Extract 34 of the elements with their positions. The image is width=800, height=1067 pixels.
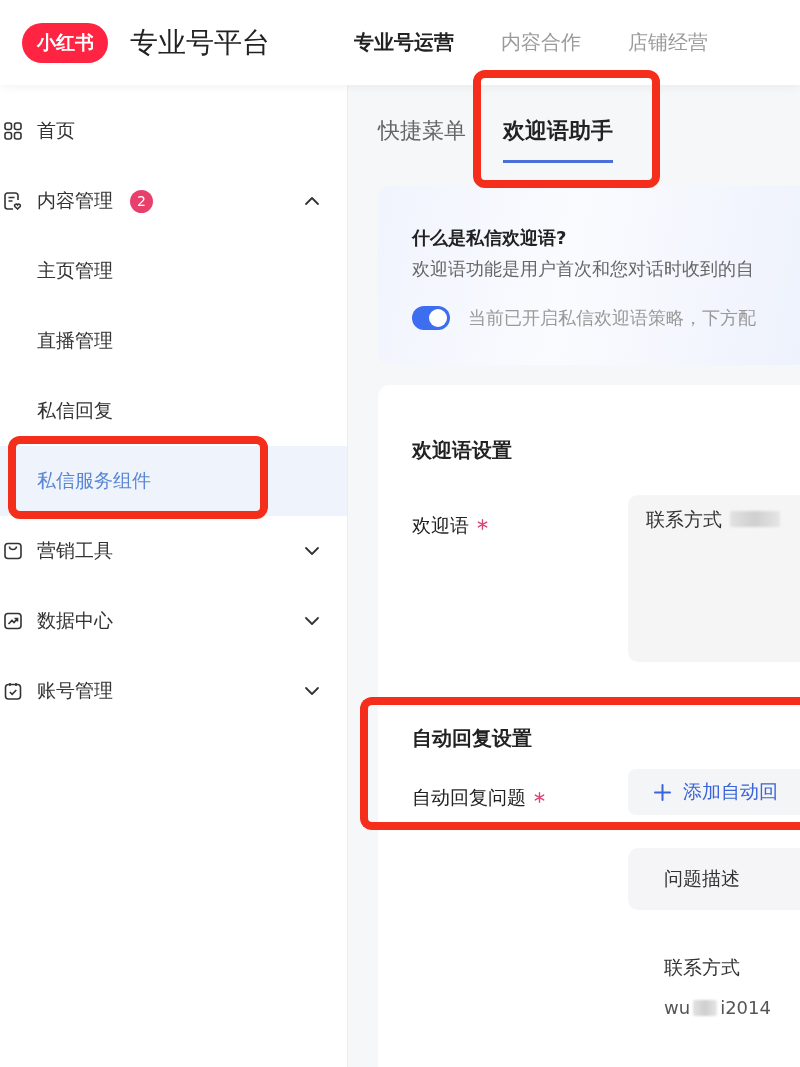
grid-icon [4, 122, 22, 140]
sidebar-item[interactable]: 账号管理 [0, 656, 347, 726]
tab[interactable]: 欢迎语助手 [503, 116, 613, 163]
sidebar-item[interactable]: 直播管理 [0, 306, 347, 376]
sidebar-item[interactable]: 内容管理 2 [0, 166, 347, 236]
section-title: 欢迎语设置 [412, 437, 513, 464]
tab[interactable]: 快捷菜单 [378, 116, 466, 163]
plus-icon [654, 783, 671, 801]
question-text: 联系方式 [664, 955, 741, 980]
sidebar-item[interactable]: 首页 [0, 96, 347, 166]
field-label: 自动回复问题 [412, 785, 526, 810]
toggle-switch[interactable] [412, 306, 450, 330]
sidebar-item[interactable]: 数据中心 [0, 586, 347, 656]
sidebar-item[interactable]: 营销工具 [0, 516, 347, 586]
sidebar-item[interactable]: 主页管理 [0, 236, 347, 306]
field-label: 欢迎语 [412, 512, 469, 538]
clipboard-check-icon [4, 682, 22, 700]
bag-icon [4, 542, 22, 560]
section-title: 自动回复设置 [412, 725, 533, 752]
sidebar-item[interactable]: 私信回复 [0, 376, 347, 446]
welcome-text-field[interactable]: 联系方式 [628, 495, 800, 662]
info-description: 欢迎语功能是用户首次和您对话时收到的自 [412, 257, 755, 281]
list-header: 问题描述 [628, 848, 800, 910]
answer-text: i2014 [720, 996, 771, 1020]
nav-link[interactable]: 专业号运营 [354, 29, 454, 56]
logo[interactable]: 小红书 [22, 22, 108, 63]
toggle-label: 当前已开启私信欢迎语策略，下方配 [468, 306, 756, 330]
site-title: 专业号平台 [130, 24, 270, 61]
answer-text: wu [664, 996, 691, 1020]
document-heart-icon [4, 192, 22, 210]
add-reply-button[interactable]: 添加自动回 [628, 769, 800, 815]
count-badge: 2 [130, 189, 153, 213]
info-title: 什么是私信欢迎语? [412, 226, 568, 250]
chart-icon [4, 612, 22, 630]
